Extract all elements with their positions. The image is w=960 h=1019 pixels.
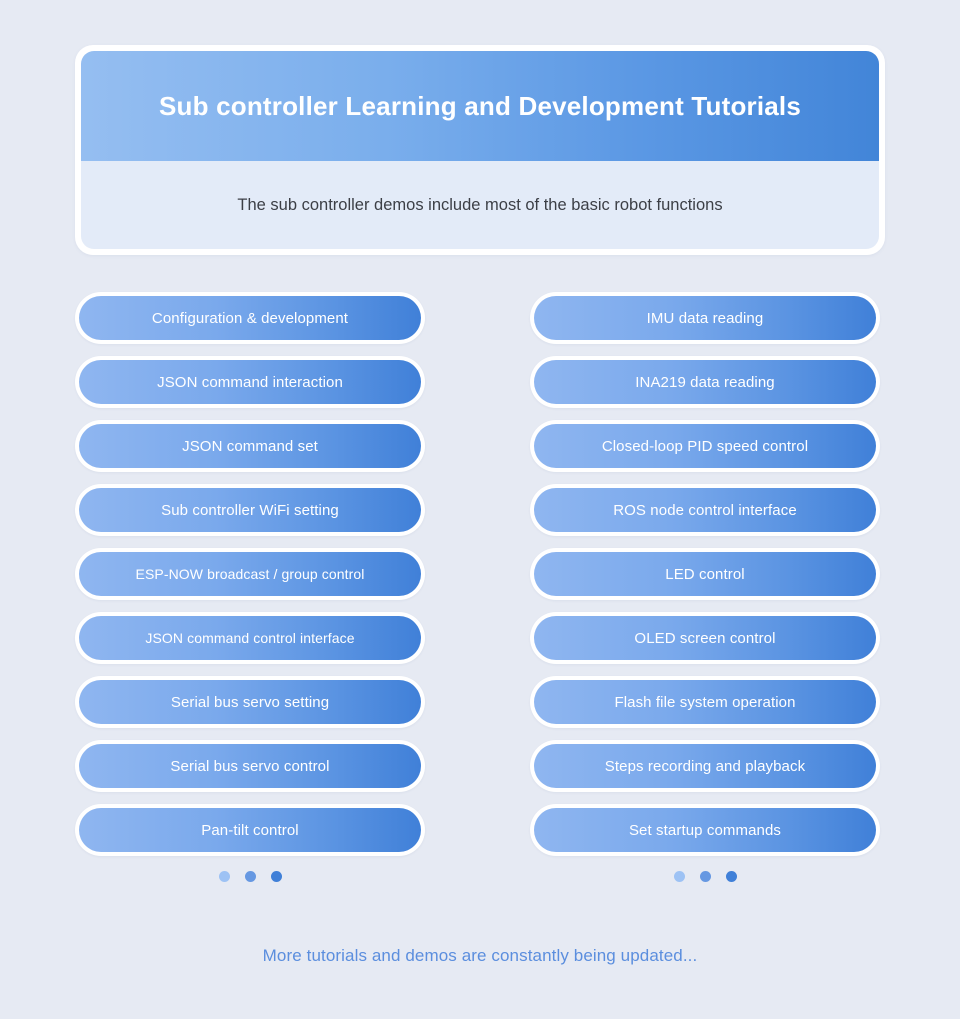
tutorial-button-label: Closed-loop PID speed control (601, 437, 809, 455)
pill-surface: IMU data reading (534, 296, 876, 340)
tutorial-button-json-command-set[interactable]: JSON command set (75, 420, 425, 472)
page-subtitle: The sub controller demos include most of… (237, 195, 723, 214)
tutorial-button-json-command-control-interface[interactable]: JSON command control interface (75, 612, 425, 664)
pill-surface: Pan-tilt control (79, 808, 421, 852)
footer: More tutorials and demos are constantly … (0, 946, 960, 966)
page-dot-3[interactable] (270, 870, 282, 882)
tutorial-button-closed-loop-pid-speed-control[interactable]: Closed-loop PID speed control (530, 420, 880, 472)
tutorial-button-label: JSON command interaction (157, 373, 343, 391)
tutorial-button-serial-bus-servo-control[interactable]: Serial bus servo control (75, 740, 425, 792)
tutorial-button-label: INA219 data reading (635, 373, 775, 391)
tutorial-button-oled-screen-control[interactable]: OLED screen control (530, 612, 880, 664)
tutorial-button-imu-data-reading[interactable]: IMU data reading (530, 292, 880, 344)
tutorial-button-label: LED control (665, 565, 745, 583)
pill-surface: LED control (534, 552, 876, 596)
pill-surface: JSON command set (79, 424, 421, 468)
right-column-page-indicator[interactable] (530, 868, 880, 884)
left-column-page-indicator[interactable] (75, 868, 425, 884)
page-title: Sub controller Learning and Development … (158, 90, 802, 121)
header-banner: Sub controller Learning and Development … (81, 51, 879, 161)
pill-surface: Set startup commands (534, 808, 876, 852)
tutorial-button-label: JSON command set (182, 437, 318, 455)
tutorial-button-label: JSON command control interface (145, 630, 355, 646)
page-dot-1[interactable] (218, 870, 230, 882)
tutorial-button-steps-recording-and-playback[interactable]: Steps recording and playback (530, 740, 880, 792)
tutorial-button-label: Steps recording and playback (604, 757, 806, 775)
pill-surface: JSON command interaction (79, 360, 421, 404)
pill-surface: Flash file system operation (534, 680, 876, 724)
tutorial-button-label: Serial bus servo setting (170, 693, 330, 711)
tutorial-button-label: Pan-tilt control (201, 821, 299, 839)
tutorial-button-label: IMU data reading (646, 309, 764, 327)
tutorial-button-label: Configuration & development (151, 309, 349, 327)
pill-surface: JSON command control interface (79, 616, 421, 660)
tutorial-button-led-control[interactable]: LED control (530, 548, 880, 600)
tutorial-button-ina219-data-reading[interactable]: INA219 data reading (530, 356, 880, 408)
tutorial-button-label: Set startup commands (628, 821, 782, 839)
header-subtitle-panel: The sub controller demos include most of… (81, 161, 879, 249)
tutorial-button-configuration-development[interactable]: Configuration & development (75, 292, 425, 344)
pill-surface: INA219 data reading (534, 360, 876, 404)
tutorial-button-label: Flash file system operation (614, 693, 796, 711)
pill-surface: Serial bus servo setting (79, 680, 421, 724)
pill-surface: Configuration & development (79, 296, 421, 340)
tutorial-button-serial-bus-servo-setting[interactable]: Serial bus servo setting (75, 676, 425, 728)
page-dot-3[interactable] (725, 870, 737, 882)
pill-surface: Steps recording and playback (534, 744, 876, 788)
tutorial-button-sub-controller-wifi-setting[interactable]: Sub controller WiFi setting (75, 484, 425, 536)
pill-surface: Closed-loop PID speed control (534, 424, 876, 468)
right-column: IMU data reading INA219 data reading Clo… (530, 292, 880, 884)
tutorials-page: Sub controller Learning and Development … (0, 0, 960, 1019)
tutorial-button-set-startup-commands[interactable]: Set startup commands (530, 804, 880, 856)
page-dot-1[interactable] (673, 870, 685, 882)
header-card: Sub controller Learning and Development … (75, 45, 885, 255)
pill-surface: OLED screen control (534, 616, 876, 660)
tutorial-button-label: ESP-NOW broadcast / group control (135, 566, 365, 582)
pill-surface: Serial bus servo control (79, 744, 421, 788)
tutorial-button-label: ROS node control interface (613, 501, 797, 519)
left-column: Configuration & development JSON command… (75, 292, 425, 884)
tutorial-button-flash-file-system-operation[interactable]: Flash file system operation (530, 676, 880, 728)
tutorial-button-label: Sub controller WiFi setting (161, 501, 339, 519)
pill-surface: Sub controller WiFi setting (79, 488, 421, 532)
page-dot-2[interactable] (699, 870, 711, 882)
tutorial-button-pan-tilt-control[interactable]: Pan-tilt control (75, 804, 425, 856)
tutorial-button-json-command-interaction[interactable]: JSON command interaction (75, 356, 425, 408)
tutorial-button-label: OLED screen control (634, 629, 776, 647)
pill-surface: ROS node control interface (534, 488, 876, 532)
footer-note: More tutorials and demos are constantly … (262, 946, 698, 965)
pill-surface: ESP-NOW broadcast / group control (79, 552, 421, 596)
tutorial-button-ros-node-control-interface[interactable]: ROS node control interface (530, 484, 880, 536)
page-dot-2[interactable] (244, 870, 256, 882)
tutorial-button-esp-now-broadcast-group-control[interactable]: ESP-NOW broadcast / group control (75, 548, 425, 600)
tutorial-button-label: Serial bus servo control (170, 757, 330, 775)
